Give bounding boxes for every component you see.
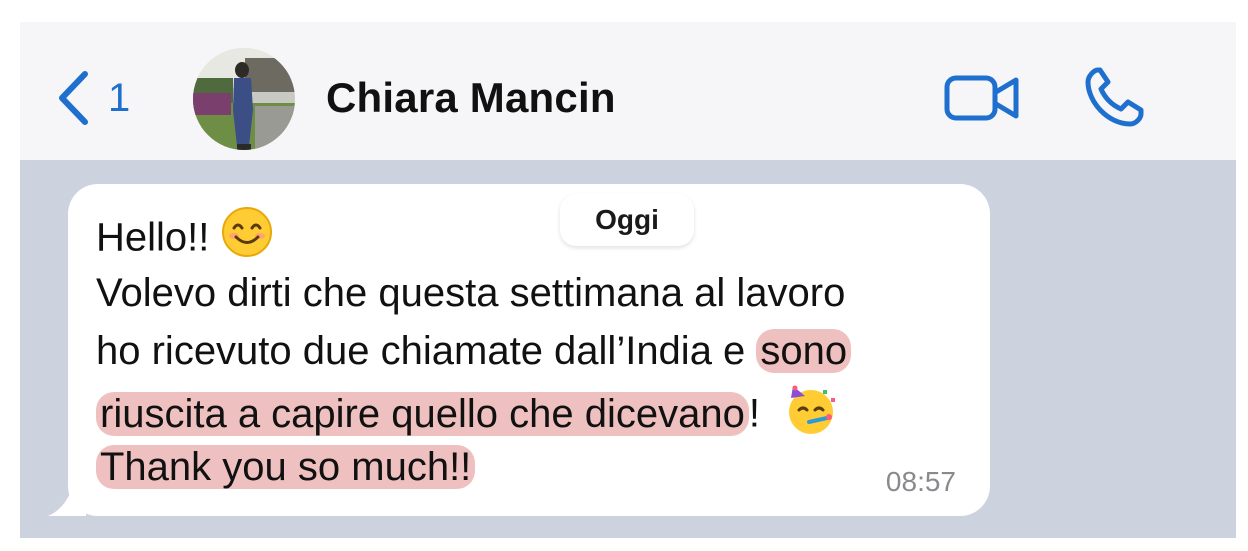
message-bubble[interactable]: Hello!! Volevo dirti che questa settiman… bbox=[68, 184, 990, 516]
back-button[interactable]: 1 bbox=[56, 70, 130, 126]
chat-area: Hello!! Volevo dirti che questa settiman… bbox=[20, 160, 1236, 538]
chat-screen: 1 Chiara Mancin Hello!! Volevo dirti che… bbox=[0, 0, 1248, 551]
highlight-mark: Thank you so much!! bbox=[96, 445, 476, 489]
contact-name[interactable]: Chiara Mancin bbox=[326, 74, 616, 122]
message-text: Hello!! Volevo dirti che questa settiman… bbox=[96, 206, 976, 496]
message-line-5: Thank you so much!! bbox=[96, 438, 976, 496]
highlight-mark: riuscita a capire quello che dicevano bbox=[96, 391, 749, 436]
message-line-1: Hello!! bbox=[96, 206, 976, 264]
message-line-2: Volevo dirti che questa settimana al lav… bbox=[96, 271, 846, 315]
back-chevron-icon bbox=[59, 71, 88, 125]
avatar[interactable] bbox=[193, 48, 295, 150]
video-call-icon bbox=[944, 75, 1019, 121]
partying-face-icon bbox=[783, 380, 839, 452]
highlight-mark: sono bbox=[756, 329, 852, 373]
message-line-3: ho ricevuto due chiamate dall’India e so… bbox=[96, 322, 976, 380]
date-separator: Oggi bbox=[560, 194, 694, 246]
phone-icon bbox=[1085, 67, 1144, 127]
chat-header: 1 Chiara Mancin bbox=[20, 22, 1236, 160]
video-call-button[interactable] bbox=[944, 74, 1020, 127]
voice-call-button[interactable] bbox=[1084, 66, 1144, 133]
message-line-4: riuscita a capire quello che dicevano! bbox=[96, 380, 976, 438]
unread-count: 1 bbox=[108, 76, 131, 120]
message-timestamp: 08:57 bbox=[885, 466, 956, 497]
